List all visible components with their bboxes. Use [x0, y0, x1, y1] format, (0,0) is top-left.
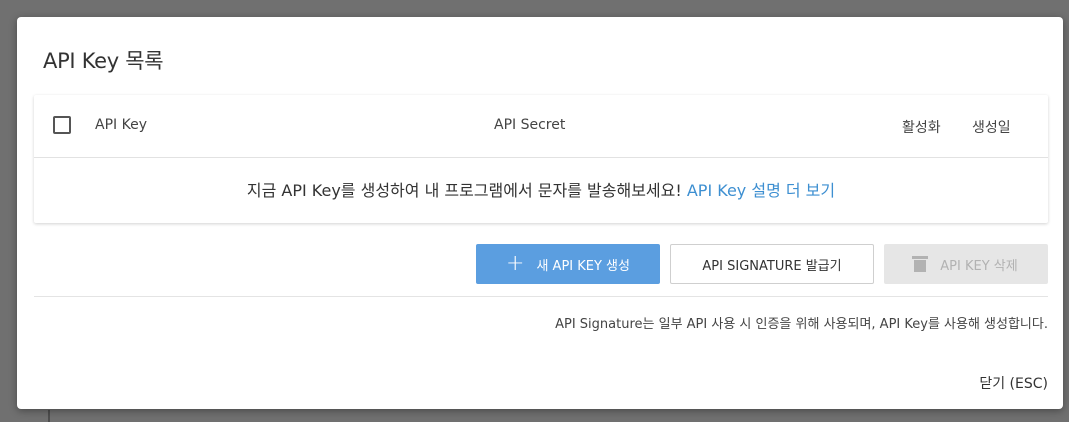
api-key-help-link[interactable]: API Key 설명 더 보기 — [687, 181, 835, 200]
empty-state-row: 지금 API Key를 생성하여 내 프로그램에서 문자를 발송해보세요! AP… — [34, 158, 1048, 223]
trash-icon — [912, 256, 929, 272]
table-header: API Key API Secret 활성화 생성일 — [34, 95, 1048, 158]
modal-title: API Key 목록 — [43, 49, 164, 73]
api-signature-generator-label: API SIGNATURE 발급기 — [702, 258, 842, 274]
plus-icon: + — [506, 251, 525, 276]
signature-note: API Signature는 일부 API 사용 시 인증을 위해 사용되며, … — [555, 317, 1048, 332]
column-header-api-key: API Key — [95, 117, 147, 133]
column-header-api-secret: API Secret — [494, 117, 566, 133]
column-header-active: 활성화 — [902, 120, 941, 136]
column-header-created: 생성일 — [972, 120, 1011, 136]
delete-api-key-label: API KEY 삭제 — [940, 258, 1018, 274]
footer-divider — [34, 296, 1048, 297]
background-divider — [48, 410, 50, 422]
delete-api-key-button[interactable]: API KEY 삭제 — [884, 244, 1048, 284]
create-api-key-button[interactable]: + 새 API KEY 생성 — [476, 244, 660, 284]
api-key-modal: API Key 목록 API Key API Secret 활성화 생성일 지금… — [17, 17, 1063, 409]
close-button[interactable]: 닫기 (ESC) — [979, 373, 1048, 393]
api-key-table: API Key API Secret 활성화 생성일 지금 API Key를 생… — [34, 95, 1048, 223]
select-all-checkbox[interactable] — [53, 116, 71, 134]
empty-state-message: 지금 API Key를 생성하여 내 프로그램에서 문자를 발송해보세요! — [246, 181, 687, 200]
create-api-key-label: 새 API KEY 생성 — [536, 258, 630, 274]
api-signature-generator-button[interactable]: API SIGNATURE 발급기 — [670, 244, 874, 284]
